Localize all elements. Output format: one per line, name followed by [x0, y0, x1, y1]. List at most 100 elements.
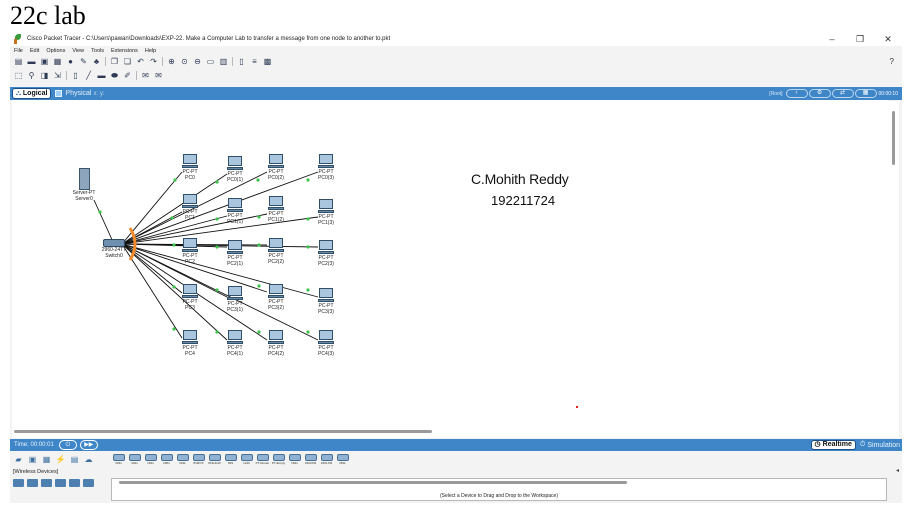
- redo-icon[interactable]: ↷: [149, 57, 158, 66]
- pc-device[interactable]: PC-PT PC3(1): [215, 286, 255, 313]
- model-item[interactable]: 2911: [175, 454, 190, 470]
- vertical-scrollbar[interactable]: [888, 101, 899, 438]
- miscellaneous-icon[interactable]: ▤: [69, 455, 80, 464]
- set-tiled-background-button[interactable]: ▦: [854, 89, 877, 98]
- menu-file[interactable]: File: [14, 48, 23, 54]
- activity-wizard-icon[interactable]: ✎: [79, 57, 88, 66]
- scroll-right-icon[interactable]: ◂: [896, 467, 899, 474]
- pc-device[interactable]: PC-PT PC1(2): [256, 196, 296, 223]
- pc-device[interactable]: PC-PT PC4(3): [306, 330, 346, 357]
- model-item[interactable]: 829: [223, 454, 238, 470]
- realtime-mode-tab[interactable]: ◷ Realtime: [810, 440, 856, 450]
- open-folder-icon[interactable]: ▬: [27, 57, 36, 66]
- freeform-icon[interactable]: ✐: [123, 71, 132, 80]
- pc-device[interactable]: PC-PT PC4(1): [215, 330, 255, 357]
- scrollbar-thumb[interactable]: [892, 111, 895, 165]
- wireless-devices-icon[interactable]: [55, 479, 66, 487]
- model-item[interactable]: 1841: [287, 454, 302, 470]
- end-devices-icon[interactable]: ▣: [27, 455, 38, 464]
- paste-icon[interactable]: ❏: [123, 57, 132, 66]
- note-student-id[interactable]: 192211724: [491, 193, 555, 208]
- pc-device[interactable]: PC-PT PC1(3): [306, 199, 346, 226]
- connections-icon[interactable]: ⚡: [55, 455, 66, 464]
- view-icon[interactable]: ▯: [237, 57, 246, 66]
- model-scrollbar[interactable]: [119, 481, 627, 484]
- power-cycle-button[interactable]: ⏻: [58, 440, 77, 450]
- pc-device[interactable]: PC-PT PC2(3): [306, 240, 346, 267]
- close-button[interactable]: ✕: [874, 32, 902, 46]
- model-item[interactable]: 2811: [335, 454, 350, 470]
- pc-device[interactable]: PC-PT PC0(1): [215, 156, 255, 183]
- zoom-reset-icon[interactable]: ⊙: [180, 57, 189, 66]
- delete-icon[interactable]: ◨: [40, 71, 49, 80]
- zoom-out-icon[interactable]: ⊖: [193, 57, 202, 66]
- place-note-icon[interactable]: ▯: [71, 71, 80, 80]
- horizontal-scrollbar[interactable]: [14, 430, 432, 433]
- tab-physical[interactable]: Physical: [55, 90, 92, 97]
- device-drop-area[interactable]: (Select a Device to Drag and Drop to the…: [111, 478, 887, 501]
- pc-device[interactable]: PC-PT PC3(3): [306, 288, 346, 315]
- pc-device[interactable]: PC-PT PC0(2): [256, 154, 296, 181]
- menu-view[interactable]: View: [72, 48, 84, 54]
- add-complex-pdu-icon[interactable]: ✉: [154, 71, 163, 80]
- menu-tools[interactable]: Tools: [91, 48, 104, 54]
- menu-options[interactable]: Options: [46, 48, 65, 54]
- print-icon[interactable]: ▦: [53, 57, 62, 66]
- model-item[interactable]: 2621XM: [319, 454, 334, 470]
- components-icon[interactable]: ▦: [41, 455, 52, 464]
- menu-edit[interactable]: Edit: [30, 48, 39, 54]
- info-icon[interactable]: ●: [66, 57, 75, 66]
- draw-ellipse-icon[interactable]: ⬬: [110, 71, 119, 80]
- fast-forward-button[interactable]: ▶▶: [79, 440, 98, 450]
- pc-device[interactable]: PC-PT PC0(3): [306, 154, 346, 181]
- switch-device[interactable]: 2960-24TT Switch0: [94, 239, 134, 259]
- minimize-button[interactable]: –: [818, 32, 846, 46]
- menu-extensions[interactable]: Extensions: [111, 48, 138, 54]
- draw-rectangle-icon[interactable]: ▬: [97, 71, 106, 80]
- pc-device[interactable]: PC-PT PC0: [170, 154, 210, 181]
- hubs-icon[interactable]: [41, 479, 52, 487]
- model-item[interactable]: 819IOX: [191, 454, 206, 470]
- new-cluster-button[interactable]: ⚙: [808, 89, 831, 98]
- pc-device[interactable]: PC-PT PC4: [170, 330, 210, 357]
- inspect-icon[interactable]: ⚲: [27, 71, 36, 80]
- model-item[interactable]: 819HGW: [207, 454, 222, 470]
- server-device[interactable]: Server-PT Server0: [64, 168, 104, 202]
- model-item[interactable]: 2620XM: [303, 454, 318, 470]
- pc-device[interactable]: PC-PT PC3(2): [256, 284, 296, 311]
- note-author-name[interactable]: C.Mohith Reddy: [471, 171, 569, 187]
- workspace-list-icon[interactable]: ≡: [250, 57, 259, 66]
- draw-line-icon[interactable]: ╱: [84, 71, 93, 80]
- model-item[interactable]: 4321: [127, 454, 142, 470]
- menu-help[interactable]: Help: [145, 48, 156, 54]
- pc-device[interactable]: PC-PT PC1: [170, 194, 210, 221]
- pc-device[interactable]: PC-PT PC1(1): [215, 198, 255, 225]
- routers-icon[interactable]: [13, 479, 24, 487]
- back-button[interactable]: ‹: [785, 89, 808, 98]
- copy-icon[interactable]: ❐: [110, 57, 119, 66]
- model-item[interactable]: PT-Router: [255, 454, 270, 470]
- resize-shape-icon[interactable]: ⇲: [53, 71, 62, 80]
- undo-icon[interactable]: ↶: [136, 57, 145, 66]
- model-item[interactable]: PT-Empty: [271, 454, 286, 470]
- simulation-mode-tab[interactable]: ⏱ Simulation: [860, 441, 900, 449]
- model-item[interactable]: 4331: [111, 454, 126, 470]
- save-icon[interactable]: ▣: [40, 57, 49, 66]
- pc-device[interactable]: PC-PT PC3: [170, 284, 210, 311]
- zoom-in-icon[interactable]: ⊕: [167, 57, 176, 66]
- wan-emulation-icon[interactable]: [83, 479, 94, 487]
- logical-workspace[interactable]: Server-PT Server0 2960-24TT Switch0 PC-P…: [12, 100, 888, 438]
- network-devices-icon[interactable]: ▰: [13, 455, 24, 464]
- tab-logical[interactable]: ⛬ Logical: [12, 88, 52, 99]
- image-icon[interactable]: ▩: [263, 57, 272, 66]
- pc-device[interactable]: PC-PT PC4(2): [256, 330, 296, 357]
- help-icon[interactable]: ?: [890, 55, 894, 68]
- select-icon[interactable]: ⬚: [14, 71, 23, 80]
- maximize-button[interactable]: ❐: [846, 32, 874, 46]
- model-item[interactable]: 1240: [239, 454, 254, 470]
- model-item[interactable]: 1941: [143, 454, 158, 470]
- new-file-icon[interactable]: ▤: [14, 57, 23, 66]
- pc-device[interactable]: PC-PT PC2(1): [215, 240, 255, 267]
- multiuser-icon[interactable]: ☁: [83, 455, 94, 464]
- pc-device[interactable]: PC-PT PC2(2): [256, 238, 296, 265]
